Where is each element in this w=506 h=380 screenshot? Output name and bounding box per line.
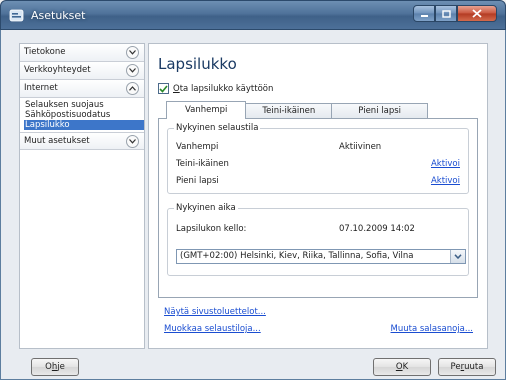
edit-browsing-modes-link[interactable]: Muokkaa selaustiloja...: [164, 324, 261, 335]
sidebar-category-internet[interactable]: Internet: [20, 80, 144, 98]
chevron-down-icon: [454, 254, 462, 259]
close-button[interactable]: [457, 5, 497, 22]
minimize-button[interactable]: [413, 5, 435, 22]
internet-subitems: Selauksen suojaus Sähköpostisuodatus Lap…: [20, 98, 144, 132]
sidebar-category-label: Internet: [24, 83, 58, 93]
tab-pieni-lapsi[interactable]: Pieni lapsi: [331, 103, 429, 119]
profile-row-teini-ikainen: Teini-ikäinen Aktivoi: [176, 158, 460, 170]
enable-label: Ota lapsilukko käyttöön: [173, 83, 274, 94]
maximize-icon: [441, 9, 451, 18]
enable-checkbox[interactable]: [158, 83, 169, 94]
tab-panel: Nykyinen selaustila Vanhempi Aktiivinen …: [158, 118, 478, 298]
clock-row: Lapsilukon kello: 07.10.2009 14:02: [176, 223, 460, 235]
chevron-down-icon[interactable]: [126, 135, 139, 148]
close-icon: [472, 9, 482, 18]
group-legend: Nykyinen selaustila: [174, 123, 261, 133]
timezone-select[interactable]: (GMT+02:00) Helsinki, Kiev, Riika, Talli…: [176, 249, 466, 264]
profile-row-vanhempi: Vanhempi Aktiivinen: [176, 141, 460, 153]
sidebar-item-sahkopostisuodatus[interactable]: Sähköpostisuodatus: [24, 110, 144, 120]
chevron-down-icon[interactable]: [126, 46, 139, 59]
maximize-button[interactable]: [435, 5, 457, 22]
sidebar-category-verkkoyhteydet[interactable]: Verkkoyhteydet: [20, 62, 144, 80]
sidebar-category-tietokone[interactable]: Tietokone: [20, 44, 144, 62]
sidebar-item-selauksen-suojaus[interactable]: Selauksen suojaus: [24, 100, 144, 110]
sidebar: Tietokone Verkkoyhteydet Internet Selauk…: [19, 43, 145, 349]
profile-tabs: Vanhempi Teini-ikäinen Pieni lapsi: [166, 101, 429, 119]
minimize-icon: [420, 14, 428, 17]
sidebar-category-muut-asetukset[interactable]: Muut asetukset: [20, 132, 144, 150]
title-bar[interactable]: Asetukset: [0, 0, 506, 30]
settings-panel: Lapsilukko Ota lapsilukko käyttöön Vanhe…: [148, 43, 488, 349]
timezone-value: (GMT+02:00) Helsinki, Kiev, Riika, Talli…: [180, 251, 414, 261]
chevron-down-icon[interactable]: [126, 64, 139, 77]
page-title: Lapsilukko: [158, 55, 237, 73]
profile-label: Teini-ikäinen: [176, 159, 229, 169]
dropdown-button[interactable]: [450, 250, 465, 263]
activate-pieni-link[interactable]: Aktivoi: [431, 175, 460, 187]
profile-row-pieni-lapsi: Pieni lapsi Aktivoi: [176, 175, 460, 187]
activate-teini-link[interactable]: Aktivoi: [431, 158, 460, 170]
settings-app-icon: [9, 9, 24, 22]
status-badge: Aktiivinen: [339, 142, 382, 152]
change-passwords-link[interactable]: Muuta salasanoja...: [391, 324, 473, 335]
enable-parental-control[interactable]: Ota lapsilukko käyttöön: [158, 83, 273, 94]
current-time-group: Nykyinen aika Lapsilukon kello: 07.10.20…: [167, 203, 469, 276]
checkmark-icon: [159, 84, 168, 93]
sidebar-category-label: Muut asetukset: [24, 136, 90, 146]
help-button[interactable]: Ohje: [31, 358, 79, 376]
profile-label: Pieni lapsi: [176, 176, 219, 186]
current-profile-group: Nykyinen selaustila Vanhempi Aktiivinen …: [167, 123, 469, 194]
profile-label: Vanhempi: [176, 142, 219, 152]
window-body: Tietokone Verkkoyhteydet Internet Selauk…: [0, 30, 506, 380]
sidebar-item-lapsilukko[interactable]: Lapsilukko: [24, 120, 144, 130]
chevron-up-icon[interactable]: [126, 82, 139, 95]
window-title: Asetukset: [31, 9, 86, 22]
sidebar-category-label: Verkkoyhteydet: [24, 65, 91, 75]
window-controls: [413, 5, 497, 22]
ok-button[interactable]: OK: [373, 358, 431, 376]
cancel-button[interactable]: Peruuta: [438, 358, 496, 376]
tab-teini-ikainen[interactable]: Teini-ikäinen: [245, 103, 333, 119]
show-sites-link[interactable]: Näytä sivustoluettelot...: [164, 307, 266, 318]
clock-label: Lapsilukon kello:: [176, 224, 247, 234]
clock-value: 07.10.2009 14:02: [339, 224, 415, 234]
sidebar-category-label: Tietokone: [24, 47, 66, 57]
tab-vanhempi[interactable]: Vanhempi: [166, 101, 247, 119]
group-legend: Nykyinen aika: [174, 203, 238, 213]
